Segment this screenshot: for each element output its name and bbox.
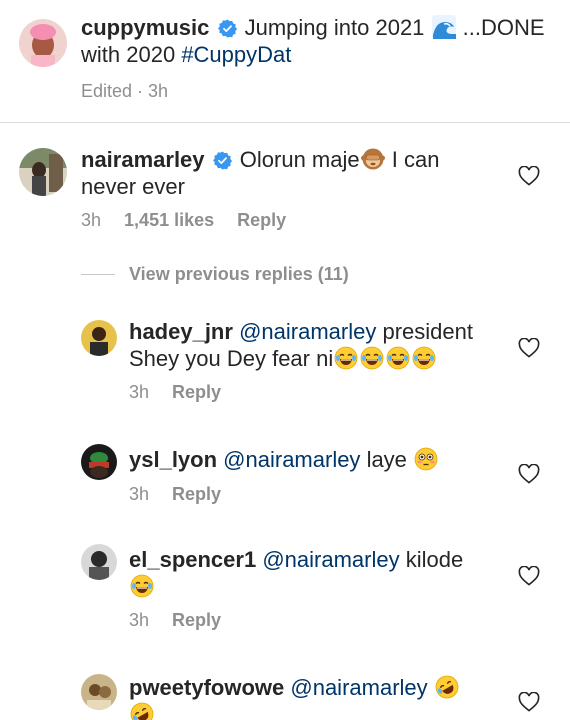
post-divider (0, 122, 570, 123)
post-hashtag[interactable]: #CuppyDat (181, 42, 291, 67)
reply-text: president (382, 319, 473, 344)
comment-body: nairamarley Olorun maje I can never ever (81, 146, 491, 200)
tears-of-joy-emoji (360, 346, 384, 370)
reply-time: 3h (129, 484, 150, 504)
heart-outline-icon[interactable] (518, 338, 540, 358)
reply-meta: 3h Reply (129, 484, 221, 505)
comment-meta: 3h 1,451 likes Reply (81, 210, 286, 231)
reply-mention[interactable]: @nairamarley (239, 319, 376, 344)
comment-username[interactable]: nairamarley (81, 147, 205, 172)
verified-badge-icon (218, 19, 237, 38)
reply-mention[interactable]: @nairamarley (290, 675, 427, 700)
rolling-on-floor-laughing-emoji (435, 675, 459, 699)
reply-avatar[interactable] (81, 320, 117, 356)
tears-of-joy-emoji (334, 346, 358, 370)
heart-outline-icon[interactable] (518, 566, 540, 586)
heart-outline-icon[interactable] (518, 166, 540, 186)
reply-body: el_spencer1 @nairamarley kilode (129, 546, 509, 600)
reply-text: kilode (405, 547, 464, 572)
reply-text: laye (366, 447, 407, 472)
tears-of-joy-emoji (130, 574, 154, 598)
reply-username[interactable]: ysl_lyon (129, 447, 217, 472)
post-caption-text: Jumping into 2021 (244, 15, 425, 40)
heart-outline-icon[interactable] (518, 464, 540, 484)
post-username[interactable]: cuppymusic (81, 15, 209, 40)
verified-badge-icon (213, 151, 232, 170)
comment-time: 3h (81, 210, 102, 230)
post-meta: Edited · 3h (81, 81, 169, 101)
reply-time: 3h (129, 382, 150, 402)
reply-body: hadey_jnr @nairamarley president Shey yo… (129, 318, 509, 372)
comment-text-c: never ever (81, 174, 185, 199)
comment-text-b: I can (391, 147, 440, 172)
reply-avatar[interactable] (81, 674, 117, 710)
comment-likes[interactable]: 1,451 likes (124, 210, 214, 230)
reply-meta: 3h Reply (129, 382, 221, 403)
see-no-evil-monkey-emoji (361, 147, 385, 171)
post-caption-tail: ...DONE (462, 15, 545, 40)
reply-text-line2: Shey you Dey fear ni (129, 346, 334, 371)
reply-button[interactable]: Reply (172, 610, 221, 630)
reply-username[interactable]: hadey_jnr (129, 319, 233, 344)
comment-reply-button[interactable]: Reply (237, 210, 286, 230)
comment-text-a: Olorun maje (239, 147, 360, 172)
view-replies-line (81, 274, 115, 275)
reply-body: pweetyfowowe @nairamarley (129, 674, 509, 720)
reply-button[interactable]: Reply (172, 484, 221, 504)
tears-of-joy-emoji (412, 346, 436, 370)
tears-of-joy-emoji (386, 346, 410, 370)
post-caption-line2: with 2020 (81, 42, 176, 67)
heart-outline-icon[interactable] (518, 692, 540, 712)
flushed-face-emoji (414, 447, 438, 471)
reply-avatar[interactable] (81, 444, 117, 480)
reply-button[interactable]: Reply (172, 382, 221, 402)
reply-mention[interactable]: @nairamarley (223, 447, 360, 472)
reply-mention[interactable]: @nairamarley (262, 547, 399, 572)
reply-body: ysl_lyon @nairamarley laye (129, 446, 509, 473)
post-caption: cuppymusic Jumping into 2021 ...DONE wit… (81, 14, 551, 68)
post-avatar[interactable] (19, 19, 67, 67)
reply-avatar[interactable] (81, 544, 117, 580)
comment-avatar[interactable] (19, 148, 67, 196)
reply-username[interactable]: pweetyfowowe (129, 675, 284, 700)
view-previous-replies[interactable]: View previous replies (11) (129, 264, 349, 285)
reply-time: 3h (129, 610, 150, 630)
reply-meta: 3h Reply (129, 610, 221, 631)
rolling-on-floor-laughing-emoji (130, 702, 154, 720)
reply-username[interactable]: el_spencer1 (129, 547, 256, 572)
water-wave-emoji (432, 15, 456, 39)
